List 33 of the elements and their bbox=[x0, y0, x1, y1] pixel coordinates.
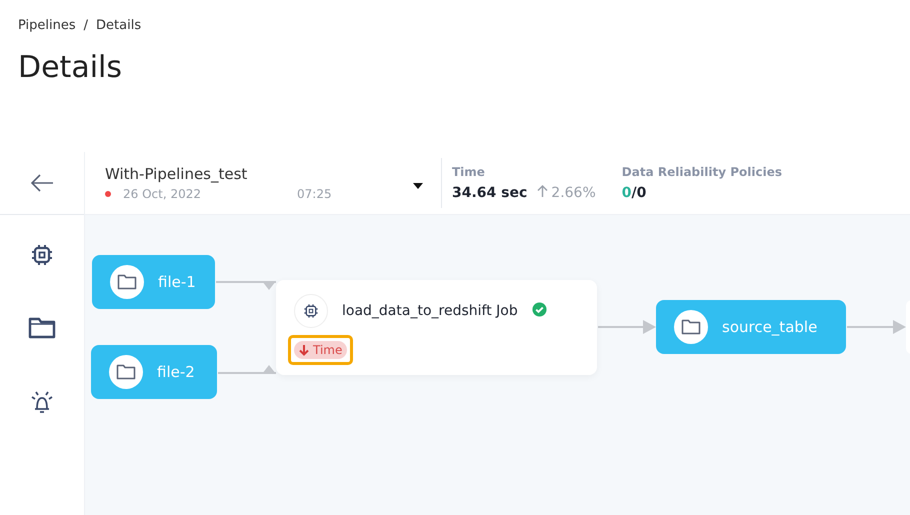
caret-icon bbox=[413, 182, 423, 188]
metric-value: 0/0 bbox=[622, 185, 646, 201]
connector-arrow bbox=[847, 320, 906, 334]
time-tag: Time bbox=[294, 341, 348, 359]
run-date: 26 Oct, 2022 bbox=[123, 187, 201, 201]
node-label: source_table bbox=[722, 318, 818, 336]
alarm-bell-icon[interactable] bbox=[29, 389, 55, 415]
pipeline-dropdown[interactable]: With-Pipelines_test 26 Oct, 2022 07:25 bbox=[105, 158, 442, 208]
node-label: file-1 bbox=[158, 273, 196, 291]
page-title: Details bbox=[18, 50, 124, 85]
node-label: file-2 bbox=[157, 363, 195, 381]
run-time: 07:25 bbox=[297, 187, 332, 201]
connector-arrow bbox=[598, 320, 656, 334]
breadcrumb-separator: / bbox=[84, 18, 88, 33]
folder-icon bbox=[116, 364, 136, 380]
pipeline-name: With-Pipelines_test bbox=[105, 165, 248, 183]
metric-value: 34.64 sec bbox=[452, 185, 528, 201]
folder-icon bbox=[681, 319, 701, 335]
metric-label: Data Reliability Policies bbox=[622, 165, 782, 179]
breadcrumb-link[interactable]: Pipelines bbox=[18, 18, 76, 33]
connector-arrow bbox=[218, 365, 276, 374]
folder-icon bbox=[117, 274, 137, 290]
connector-arrow bbox=[216, 281, 276, 290]
chip-icon[interactable] bbox=[30, 243, 54, 267]
folder-icon[interactable] bbox=[28, 317, 56, 339]
back-arrow-icon[interactable] bbox=[30, 174, 54, 192]
job-node[interactable]: load_data_to_redshift Job Time bbox=[276, 280, 597, 375]
arrow-down-icon bbox=[299, 344, 309, 356]
metric-change: 2.66% bbox=[537, 185, 596, 201]
metric-label: Time bbox=[452, 165, 486, 179]
job-name: load_data_to_redshift Job bbox=[342, 303, 518, 319]
chip-icon bbox=[303, 303, 319, 319]
arrow-up-icon bbox=[537, 185, 548, 197]
